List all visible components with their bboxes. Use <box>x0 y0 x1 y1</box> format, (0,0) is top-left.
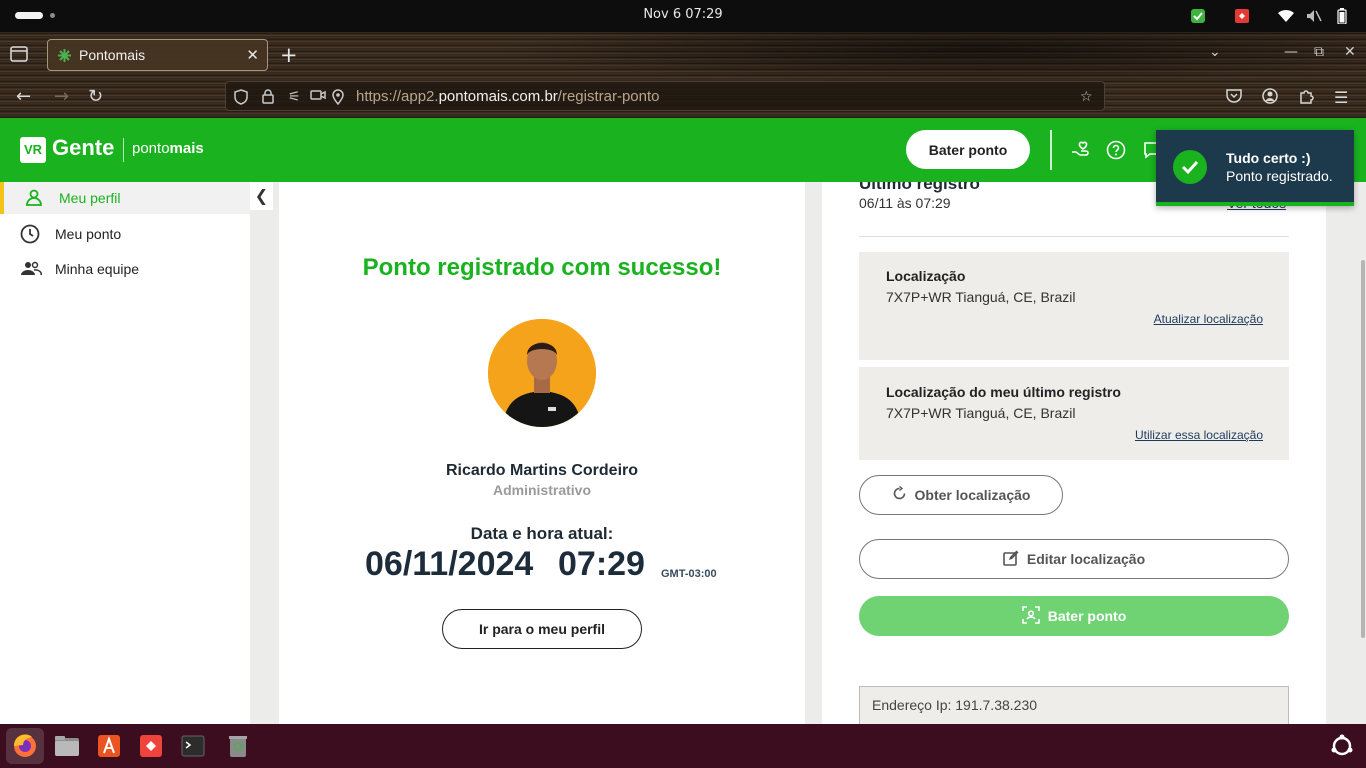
os-taskbar <box>0 724 1366 768</box>
current-location-box: Localização 7X7P+WR Tianguá, CE, Brazil … <box>859 252 1289 360</box>
location-address: 7X7P+WR Tianguá, CE, Brazil <box>886 289 1076 305</box>
hand-heart-icon[interactable] <box>1070 140 1090 160</box>
reload-icon[interactable]: ↻ <box>88 86 103 107</box>
edit-location-button[interactable]: Editar localização <box>859 539 1289 579</box>
sidebar-item-label: Minha equipe <box>55 261 140 277</box>
extensions-icon[interactable] <box>1298 88 1314 108</box>
last-location-box: Localização do meu último registro 7X7P+… <box>859 367 1289 460</box>
main-content: Meu perfil Meu ponto Minha equipe ❮ Pont… <box>0 182 1366 724</box>
camera-icon[interactable] <box>310 89 326 105</box>
sidebar-item-meu-perfil[interactable]: Meu perfil <box>0 182 250 214</box>
bookmark-star-icon[interactable]: ☆ <box>1080 89 1093 105</box>
punch-button[interactable]: Bater ponto <box>859 596 1289 636</box>
header-punch-button[interactable]: Bater ponto <box>906 130 1030 169</box>
vr-logo-mark[interactable]: VR <box>20 137 46 163</box>
ip-address-box: Endereço Ip: 191.7.38.230 <box>859 686 1289 724</box>
new-tab-icon[interactable]: + <box>280 43 298 67</box>
location-title: Localização <box>886 268 966 284</box>
pontomais-favicon-icon <box>57 48 72 63</box>
terminal-icon[interactable] <box>178 731 208 761</box>
update-location-link[interactable]: Atualizar localização <box>1154 312 1263 326</box>
url-bar[interactable]: ⚟ https://app2.pontomais.com.br/registra… <box>225 81 1105 111</box>
punch-success-card: Ponto registrado com sucesso! Ricardo Ma… <box>279 182 805 724</box>
check-circle-icon <box>1173 150 1207 184</box>
minimize-icon[interactable]: — <box>1284 44 1298 60</box>
account-icon[interactable] <box>1262 88 1278 108</box>
last-location-title: Localização do meu último registro <box>886 384 1121 400</box>
collapse-sidebar-icon[interactable]: ❮ <box>250 182 273 210</box>
battery-icon[interactable] <box>1333 7 1351 25</box>
wifi-icon[interactable] <box>1277 7 1295 25</box>
current-date: 06/11/2024 <box>365 545 534 583</box>
trash-icon[interactable] <box>223 731 253 761</box>
logo-pontomais[interactable]: pontomais <box>132 140 204 157</box>
logo-gente[interactable]: Gente <box>52 135 114 161</box>
browser-tab-pontomais[interactable]: Pontomais ✕ <box>47 39 268 71</box>
timezone-label: GMT-03:00 <box>661 568 717 580</box>
sidebar: Meu perfil Meu ponto Minha equipe <box>0 182 250 724</box>
chevron-down-icon[interactable]: ⌄ <box>1209 44 1221 60</box>
user-role: Administrativo <box>492 482 591 498</box>
firefox-icon[interactable] <box>10 731 40 761</box>
last-location-address: 7X7P+WR Tianguá, CE, Brazil <box>886 405 1076 421</box>
go-to-profile-button[interactable]: Ir para o meu perfil <box>442 609 642 649</box>
show-apps-icon[interactable] <box>1327 731 1357 761</box>
page-scrollbar[interactable] <box>1361 260 1365 638</box>
header-divider <box>1050 130 1052 170</box>
forward-icon[interactable]: → <box>54 86 69 107</box>
toast-title: Tudo certo :) <box>1226 150 1311 166</box>
anydesk-tray-icon[interactable] <box>1233 7 1251 25</box>
avatar <box>488 319 596 427</box>
use-location-link[interactable]: Utilizar essa localização <box>1135 428 1263 442</box>
datetime-label: Data e hora atual: <box>470 524 614 543</box>
person-icon <box>24 188 44 208</box>
logo-divider <box>123 138 124 162</box>
permissions-icon[interactable]: ⚟ <box>288 89 301 105</box>
sidebar-item-label: Meu perfil <box>59 190 121 206</box>
lock-icon[interactable] <box>262 89 274 108</box>
help-icon[interactable] <box>1106 140 1126 160</box>
face-scan-icon <box>1021 605 1040 627</box>
last-record-time: 06/11 às 07:29 <box>859 195 951 211</box>
success-title: Ponto registrado com sucesso! <box>362 254 722 281</box>
location-panel: Último registro 06/11 às 07:29 Ver todos… <box>822 182 1326 724</box>
tab-title: Pontomais <box>79 47 146 63</box>
restore-icon[interactable]: ⧉ <box>1314 44 1324 60</box>
browser-chrome: Pontomais ✕ + ⌄ — ⧉ ✕ ← → ↻ ⚟ https://ap… <box>0 32 1366 118</box>
edit-icon <box>1003 550 1019 569</box>
refresh-icon <box>892 485 907 504</box>
anydesk-icon[interactable] <box>136 731 166 761</box>
current-time: 07:29 <box>558 545 645 583</box>
files-icon[interactable] <box>52 731 82 761</box>
pocket-icon[interactable] <box>1226 88 1242 107</box>
sidebar-item-meu-ponto[interactable]: Meu ponto <box>0 218 250 250</box>
shield-check-icon[interactable] <box>1189 7 1207 25</box>
os-clock[interactable]: Nov 6 07:29 <box>0 7 1366 22</box>
obtain-location-button[interactable]: Obter localização <box>859 475 1063 515</box>
tab-close-icon[interactable]: ✕ <box>246 46 259 64</box>
success-toast[interactable]: Tudo certo :) Ponto registrado. <box>1156 130 1354 206</box>
location-pin-icon[interactable] <box>332 89 344 109</box>
app-center-icon[interactable] <box>94 731 124 761</box>
back-icon[interactable]: ← <box>16 86 31 107</box>
toast-message: Ponto registrado. <box>1226 168 1333 184</box>
ip-address: Endereço Ip: 191.7.38.230 <box>872 697 1038 713</box>
tracking-shield-icon[interactable] <box>234 89 248 109</box>
divider <box>859 236 1289 237</box>
tab-list-icon[interactable] <box>10 46 30 64</box>
os-top-bar: Nov 6 07:29 <box>0 0 1366 32</box>
menu-icon[interactable]: ☰ <box>1334 88 1348 107</box>
sidebar-item-label: Meu ponto <box>55 226 122 242</box>
window-close-icon[interactable]: ✕ <box>1344 44 1356 60</box>
url-text[interactable]: https://app2.pontomais.com.br/registrar-… <box>356 88 660 105</box>
last-record-title: Último registro <box>859 182 980 193</box>
sidebar-item-minha-equipe[interactable]: Minha equipe <box>0 253 250 285</box>
user-name: Ricardo Martins Cordeiro <box>445 462 639 479</box>
clock-icon <box>20 224 40 244</box>
volume-muted-icon[interactable] <box>1305 7 1323 25</box>
team-icon <box>20 259 42 279</box>
